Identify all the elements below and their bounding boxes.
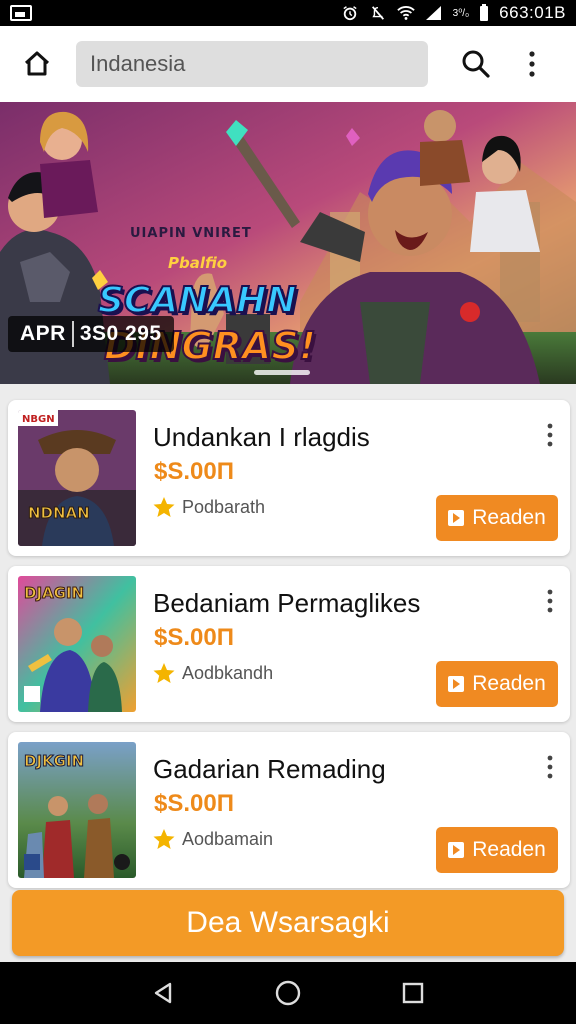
carousel-indicator[interactable] (254, 370, 310, 375)
item-title: Undankan I rlagdis (153, 422, 370, 452)
circle-home-icon (275, 980, 301, 1006)
thumbnail-art: DJKGIN (18, 742, 136, 878)
star-icon (153, 497, 175, 517)
back-button[interactable] (143, 973, 183, 1013)
back-icon (154, 982, 171, 1004)
read-button[interactable]: Readen (436, 661, 558, 707)
read-button-label: Readen (472, 838, 546, 861)
item-thumbnail: NBGN NDNAN (18, 410, 136, 546)
home-button[interactable] (16, 43, 58, 85)
item-menu-button[interactable] (540, 752, 560, 782)
top-app-bar (0, 26, 576, 102)
thumb-label: NDNAN (28, 504, 90, 522)
more-vert-icon (547, 423, 553, 447)
play-icon (448, 676, 465, 692)
battery-icon (480, 4, 489, 21)
more-vert-icon (547, 755, 553, 779)
system-nav-bar (0, 962, 576, 1024)
gallery-notification-icon (10, 5, 32, 21)
search-icon (462, 50, 490, 78)
more-vert-icon (547, 589, 553, 613)
read-button[interactable]: Readen (436, 495, 558, 541)
clock: 663:01B (499, 3, 566, 22)
more-vert-icon (529, 51, 535, 77)
play-icon (448, 842, 465, 858)
item-rating: Aodbamain (152, 827, 273, 851)
banner-title-line1: SCANAHN (97, 279, 297, 322)
item-price: $S.00П (154, 458, 234, 485)
item-rating: Aodbkandh (152, 661, 273, 685)
item-title: Bedaniam Permaglikes (153, 588, 421, 618)
item-thumbnail: DJAGIN (18, 576, 136, 712)
banner-subtitle: UIAPIN VNIRET (130, 226, 252, 241)
banner-tag: Pbalfio (168, 254, 228, 272)
alarm-icon (343, 6, 357, 21)
rating-label: Podbarath (182, 496, 266, 517)
play-icon (448, 510, 465, 526)
banner-date-prefix: APR (20, 322, 66, 345)
featured-banner[interactable]: UIAPIN VNIRET Pbalfio SCANAHN DINGRAS! A… (0, 102, 576, 384)
app-screen: 3⁰/₀ 663:01B Indanesia UIAPIN VNIRET Pba… (0, 0, 576, 1024)
thumbnail-art: DJAGIN (18, 576, 136, 712)
star-icon (153, 829, 175, 849)
read-button-label: Readen (472, 672, 546, 695)
status-bar: 3⁰/₀ 663:01B (0, 0, 576, 26)
thumb-label: DJAGIN (24, 584, 84, 602)
thumb-label: DJKGIN (24, 752, 84, 770)
star-icon (153, 663, 175, 683)
item-thumbnail: DJKGIN (18, 742, 136, 878)
more-options-button[interactable] (522, 46, 542, 82)
recents-button[interactable] (393, 973, 433, 1013)
item-menu-button[interactable] (540, 586, 560, 616)
date-separator (71, 321, 74, 347)
home-icon (24, 51, 50, 76)
banner-date-badge: APR 3S0 295 (8, 316, 174, 352)
rating-label: Aodbamain (182, 828, 274, 849)
mute-icon (371, 6, 384, 20)
list-item[interactable]: DJAGIN Bedaniam Permaglikes $S.00П Aodbk… (8, 566, 570, 722)
item-menu-button[interactable] (540, 420, 560, 450)
banner-date-value: 3S0 295 (79, 322, 162, 345)
signal-icon (425, 6, 441, 20)
search-field[interactable] (76, 41, 428, 87)
thumb-badge: NBGN (22, 414, 55, 425)
search-button[interactable] (458, 46, 494, 82)
thumbnail-art: NBGN NDNAN (18, 410, 136, 546)
item-price: $S.00П (154, 790, 234, 817)
primary-cta-button[interactable]: Dea Wsarsagki (12, 890, 564, 956)
item-price: $S.00П (154, 624, 234, 651)
home-nav-button[interactable] (268, 973, 308, 1013)
item-title: Gadarian Remading (153, 754, 386, 784)
search-input[interactable] (90, 51, 414, 77)
item-rating: Podbarath (152, 495, 265, 519)
status-icons: 3⁰/₀ 663:01B (341, 3, 566, 23)
battery-percent: 3⁰/₀ (452, 7, 470, 19)
rating-label: Aodbkandh (182, 662, 274, 683)
list-item[interactable]: DJKGIN Gadarian Remading $S.00П Aodbamai… (8, 732, 570, 888)
read-button[interactable]: Readen (436, 827, 558, 873)
read-button-label: Readen (472, 506, 546, 529)
list-item[interactable]: NBGN NDNAN Undankan I rlagdis $S.00П Pod… (8, 400, 570, 556)
recents-icon (403, 982, 424, 1004)
wifi-icon (396, 6, 415, 20)
